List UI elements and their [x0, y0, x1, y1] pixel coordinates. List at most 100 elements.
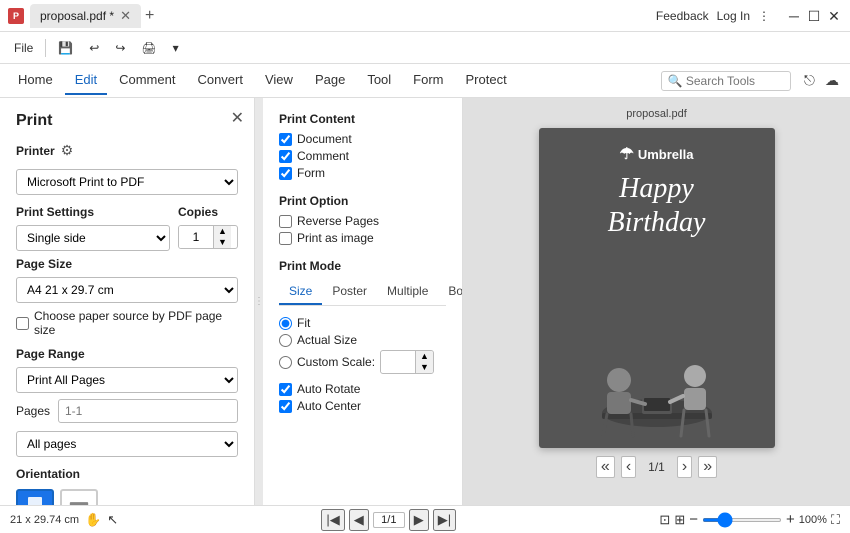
fit-radio[interactable] — [279, 317, 292, 330]
subset-select[interactable]: All pages — [16, 431, 238, 457]
status-first-page[interactable]: |◀ — [321, 509, 344, 531]
scale-input-wrap[interactable]: 100 ▲ ▼ — [380, 350, 434, 374]
actual-size-radio[interactable] — [279, 334, 292, 347]
reverse-pages-checkbox[interactable] — [279, 215, 292, 228]
navbar: Home Edit Comment Convert View Page Tool… — [0, 64, 850, 98]
scale-up-button[interactable]: ▲ — [415, 351, 433, 362]
document-label: Document — [297, 132, 352, 146]
file-menu[interactable]: File — [8, 39, 39, 57]
status-next-page[interactable]: ▶ — [409, 509, 429, 531]
page-range-select[interactable]: Print All Pages — [16, 367, 238, 393]
fit-label: Fit — [297, 316, 310, 330]
nav-page[interactable]: Page — [305, 66, 355, 95]
umbrella-icon: ☂ — [620, 144, 634, 164]
fit-page-icon[interactable]: ⊡ — [659, 512, 670, 528]
fit-width-icon[interactable]: ⊞ — [674, 512, 685, 528]
print-content-title: Print Content — [279, 112, 446, 126]
mode-tab-multiple[interactable]: Multiple — [377, 279, 438, 305]
page-size-select[interactable]: A4 21 x 29.7 cm — [16, 277, 238, 303]
printer-label: Printer — [16, 144, 55, 158]
zoom-slider[interactable] — [702, 518, 782, 522]
zoom-in-icon[interactable]: + — [786, 511, 795, 528]
search-input[interactable] — [686, 74, 784, 88]
auto-options: Auto Rotate Auto Center — [279, 382, 446, 413]
undo-icon[interactable]: ↩ — [83, 39, 105, 57]
export-icon[interactable]: ⎋ — [801, 70, 818, 91]
status-last-page[interactable]: ▶| — [433, 509, 456, 531]
login-link[interactable]: Log In — [717, 9, 750, 23]
active-tab[interactable]: proposal.pdf * ✕ — [30, 4, 141, 28]
dimensions-text: 21 x 29.74 cm — [10, 514, 79, 526]
statusbar-right: ⊡ ⊞ − + 100% ⛶ — [659, 511, 840, 528]
close-icon[interactable]: ✕ — [826, 8, 842, 24]
reverse-pages-label: Reverse Pages — [297, 214, 379, 228]
portrait-button[interactable] — [16, 489, 54, 505]
tab-close-icon[interactable]: ✕ — [120, 8, 131, 24]
birthday-text: Happy Birthday — [608, 172, 706, 239]
landscape-button[interactable] — [60, 489, 98, 505]
pages-input[interactable] — [58, 399, 238, 423]
custom-scale-label: Custom Scale: — [297, 355, 375, 369]
copies-input[interactable]: 1 ▲ ▼ — [178, 225, 238, 249]
hand-tool-icon[interactable]: ✋ — [85, 512, 101, 528]
reverse-pages-row: Reverse Pages — [279, 214, 446, 228]
search-icon: 🔍 — [668, 74, 683, 88]
mode-tab-poster[interactable]: Poster — [322, 279, 377, 305]
toolbar-divider-1 — [45, 39, 46, 57]
resize-handle[interactable]: ⋮ — [255, 98, 263, 505]
printer-select[interactable]: Microsoft Print to PDF — [16, 169, 238, 195]
portrait-icon — [25, 496, 45, 505]
auto-rotate-label: Auto Rotate — [297, 382, 360, 396]
umbrella-text: Umbrella — [638, 147, 694, 162]
nav-comment[interactable]: Comment — [109, 66, 185, 95]
pointer-tool-icon[interactable]: ↖ — [107, 512, 118, 528]
print-as-image-checkbox[interactable] — [279, 232, 292, 245]
print-panel: ✕ Print Printer ⚙ Microsoft Print to PDF… — [0, 98, 255, 505]
page-current: 1 — [648, 460, 655, 474]
comment-checkbox[interactable] — [279, 150, 292, 163]
nav-view[interactable]: View — [255, 66, 303, 95]
choose-paper-checkbox[interactable] — [16, 317, 29, 330]
add-tab-icon[interactable]: + — [145, 7, 154, 25]
mode-tab-booklet[interactable]: Booklet — [438, 279, 463, 305]
scale-down-button[interactable]: ▼ — [415, 362, 433, 373]
print-settings-select[interactable]: Single side — [16, 225, 170, 251]
maximize-icon[interactable]: ☐ — [806, 8, 822, 24]
copies-value[interactable]: 1 — [179, 226, 213, 248]
zoom-out-icon[interactable]: − — [689, 511, 698, 528]
redo-icon[interactable]: ↪ — [109, 39, 131, 57]
mode-tab-size[interactable]: Size — [279, 279, 322, 305]
first-page-button[interactable]: « — [596, 456, 615, 478]
more-options-icon[interactable]: ⋮ — [758, 9, 770, 23]
nav-tool[interactable]: Tool — [357, 66, 401, 95]
copies-up-button[interactable]: ▲ — [213, 226, 231, 237]
auto-center-checkbox[interactable] — [279, 400, 292, 413]
nav-protect[interactable]: Protect — [456, 66, 517, 95]
panel-close-button[interactable]: ✕ — [231, 108, 244, 128]
nav-convert[interactable]: Convert — [187, 66, 253, 95]
scale-input[interactable]: 100 — [381, 352, 415, 372]
search-box[interactable]: 🔍 — [661, 71, 791, 91]
dropdown-icon[interactable]: ▾ — [167, 39, 185, 57]
nav-edit[interactable]: Edit — [65, 66, 107, 95]
feedback-link[interactable]: Feedback — [656, 9, 709, 23]
gear-icon[interactable]: ⚙ — [61, 142, 74, 159]
last-page-button[interactable]: » — [698, 456, 717, 478]
nav-form[interactable]: Form — [403, 66, 453, 95]
document-checkbox[interactable] — [279, 133, 292, 146]
document-row: Document — [279, 132, 446, 146]
fullscreen-icon[interactable]: ⛶ — [831, 512, 840, 528]
nav-home[interactable]: Home — [8, 66, 63, 95]
prev-page-button[interactable]: ‹ — [621, 456, 636, 478]
cloud-icon[interactable]: ☁ — [822, 70, 842, 91]
print-icon[interactable]: 🖨 — [135, 39, 162, 57]
status-prev-page[interactable]: ◀ — [349, 509, 369, 531]
minimize-icon[interactable]: ─ — [786, 8, 802, 24]
next-page-button[interactable]: › — [677, 456, 692, 478]
copies-arrows: ▲ ▼ — [213, 226, 231, 248]
auto-rotate-checkbox[interactable] — [279, 383, 292, 396]
form-checkbox[interactable] — [279, 167, 292, 180]
save-icon[interactable]: 💾 — [52, 39, 79, 57]
custom-scale-radio[interactable] — [279, 356, 292, 369]
copies-down-button[interactable]: ▼ — [213, 237, 231, 248]
